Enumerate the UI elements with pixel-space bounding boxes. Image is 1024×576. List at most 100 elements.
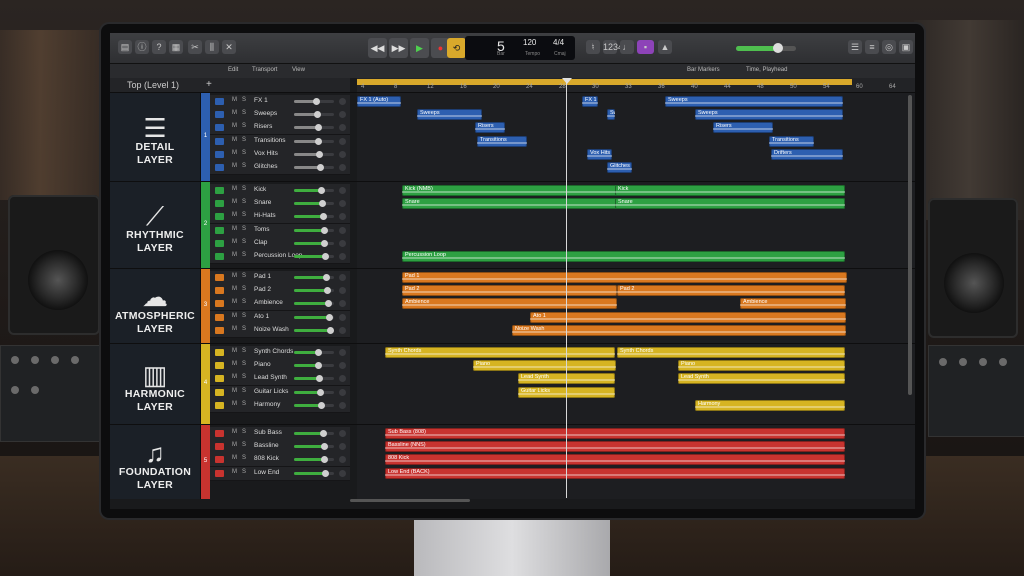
record-enable-button[interactable] [339, 287, 346, 295]
region[interactable]: Transitions [477, 135, 527, 147]
volume-fader[interactable] [294, 187, 334, 194]
volume-fader[interactable] [294, 375, 334, 383]
track-lane[interactable]: Pad 1 Pad 2 Pad 2 Ambience Ambience Ato 1 Noiz… [357, 269, 915, 343]
count-in-icon[interactable]: 1234 [603, 40, 623, 54]
mute-button[interactable]: M [232, 374, 237, 380]
mute-button[interactable]: M [232, 137, 237, 143]
region[interactable]: Risers [475, 122, 505, 134]
track-header[interactable]: M S Synth Chords [210, 346, 350, 360]
track-header[interactable]: M S Ambience [210, 297, 350, 312]
mute-button[interactable]: M [232, 348, 237, 354]
record-enable-button[interactable] [339, 443, 346, 451]
volume-fader[interactable] [294, 326, 334, 334]
volume-fader[interactable] [294, 239, 334, 247]
track-header[interactable]: M S Guitar Licks [210, 385, 350, 400]
volume-fader[interactable] [294, 362, 334, 370]
region[interactable]: Kick [615, 185, 845, 196]
record-enable-button[interactable] [339, 349, 346, 356]
region[interactable]: Synth Chords [385, 347, 615, 358]
record-enable-button[interactable] [339, 469, 346, 477]
record-enable-button[interactable] [339, 124, 346, 132]
layer-panel[interactable]: ☰ DETAIL LAYER [110, 93, 201, 181]
track-lane[interactable]: Sub Bass (808) Bassline (NNS) 808 Kick Low … [357, 425, 915, 499]
solo-button[interactable]: S [242, 110, 246, 116]
editors-icon[interactable]: ✕ [222, 40, 236, 54]
volume-fader[interactable] [294, 388, 334, 396]
volume-fader[interactable] [294, 349, 334, 356]
mixer-icon[interactable]: ⫼ [205, 40, 219, 54]
region[interactable]: Glitches [607, 162, 632, 173]
track-header[interactable]: M S Risers [210, 121, 350, 136]
mute-button[interactable]: M [232, 199, 237, 205]
track-header[interactable]: M S Hi-Hats [210, 210, 350, 225]
region[interactable]: Pad 2 [617, 285, 845, 297]
record-enable-button[interactable] [339, 137, 346, 145]
solo-button[interactable]: S [242, 226, 246, 232]
region[interactable]: Sub Bass (808) [385, 428, 845, 439]
record-enable-button[interactable] [339, 239, 346, 247]
mute-button[interactable]: M [232, 239, 237, 245]
playhead[interactable] [566, 78, 567, 498]
volume-fader[interactable] [294, 287, 334, 295]
master-volume-slider[interactable] [736, 43, 796, 53]
volume-fader[interactable] [294, 274, 334, 281]
track-header[interactable]: M S Noize Wash [210, 323, 350, 338]
mute-button[interactable]: M [232, 286, 237, 292]
browser-icon[interactable]: ▣ [899, 40, 913, 54]
volume-fader[interactable] [294, 111, 334, 119]
smart-controls-icon[interactable]: ✂ [188, 40, 202, 54]
track-header[interactable]: M S Pad 2 [210, 284, 350, 299]
solo-button[interactable]: S [242, 97, 246, 103]
solo-button[interactable]: S [242, 326, 246, 332]
track-header[interactable]: M S Kick [210, 184, 350, 198]
region[interactable]: Piano [678, 360, 845, 372]
region[interactable]: 808 Kick [385, 454, 845, 466]
track-header[interactable]: M S Snare [210, 197, 350, 212]
region[interactable]: Ambience [402, 298, 617, 310]
solo-button[interactable]: S [242, 150, 246, 156]
layer-panel[interactable]: ▥ HARMONIC LAYER [110, 344, 201, 424]
record-enable-button[interactable] [339, 388, 346, 396]
mute-button[interactable]: M [232, 313, 237, 319]
region[interactable]: Percussion Loop [402, 251, 845, 262]
mute-button[interactable]: M [232, 388, 237, 394]
solo-button[interactable]: S [242, 313, 246, 319]
notes-icon[interactable]: ☰ [848, 40, 862, 54]
region[interactable]: Bassline (NNS) [385, 441, 845, 453]
volume-fader[interactable] [294, 137, 334, 145]
record-enable-button[interactable] [339, 164, 346, 171]
toolbar-icon[interactable]: ▦ [169, 40, 183, 54]
playhead-handle[interactable] [562, 78, 572, 84]
region[interactable]: FX 1 (Auto) [357, 96, 401, 107]
region[interactable]: Sweeps [695, 109, 843, 121]
record-enable-button[interactable] [339, 313, 346, 321]
solo-button[interactable]: S [242, 212, 246, 218]
solo-button[interactable]: S [242, 455, 246, 461]
layer-panel[interactable]: ⟋ RHYTHMIC LAYER [110, 182, 201, 268]
solo-button[interactable]: S [242, 299, 246, 305]
layer-panel[interactable]: ♫ FOUNDATION LAYER [110, 425, 201, 499]
solo-button[interactable]: S [242, 348, 246, 354]
solo-button[interactable]: S [242, 361, 246, 367]
mute-button[interactable]: M [232, 469, 237, 475]
mode-icon[interactable]: ▪ [637, 40, 654, 54]
add-track-icon[interactable]: + [206, 79, 212, 90]
mute-button[interactable]: M [232, 186, 237, 192]
track-header[interactable]: M S Bassline [210, 440, 350, 455]
volume-fader[interactable] [294, 213, 334, 221]
record-enable-button[interactable] [339, 456, 346, 464]
mute-button[interactable]: M [232, 401, 237, 407]
inspector-icon[interactable]: ⓘ [135, 40, 149, 54]
region[interactable]: Pad 2 [402, 285, 617, 297]
region[interactable]: Pad 1 [402, 272, 847, 283]
solo-button[interactable]: S [242, 469, 246, 475]
solo-button[interactable]: S [242, 163, 246, 169]
lcd-display[interactable]: 5 120 4/4 Bar Tempo Cmaj [465, 36, 575, 60]
loops-icon[interactable]: ◎ [882, 40, 896, 54]
solo-button[interactable]: S [242, 123, 246, 129]
track-header[interactable]: M S Sub Bass [210, 427, 350, 441]
solo-button[interactable]: S [242, 401, 246, 407]
volume-fader[interactable] [294, 443, 334, 451]
solo-button[interactable]: S [242, 137, 246, 143]
track-header[interactable]: M S Percussion Loop [210, 250, 350, 264]
